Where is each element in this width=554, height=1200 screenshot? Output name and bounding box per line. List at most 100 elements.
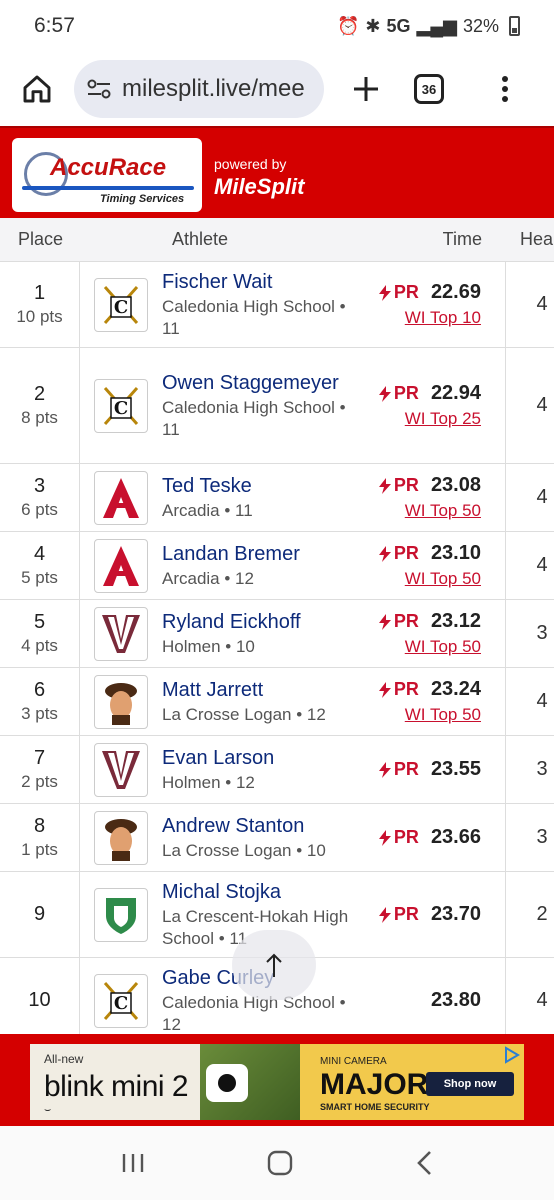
table-row[interactable]: 63 pts Matt Jarrett La Crosse Logan • 12 PR… [0, 668, 554, 736]
table-row[interactable]: 1 10 pts C Fischer Wait Caledonia High Schoo… [0, 262, 554, 348]
pr-label: PR [393, 904, 419, 924]
points-label: 5 pts [21, 568, 58, 587]
time-cell: PR 23.24 WI Top 50 [362, 668, 506, 735]
more-menu-button[interactable] [490, 76, 520, 102]
pr-badge: PR [378, 475, 419, 496]
place-number: 9 [33, 903, 46, 925]
team-logo-cell [80, 668, 162, 735]
ranking-link[interactable]: WI Top 25 [405, 409, 481, 429]
athlete-name[interactable]: Ted Teske [162, 474, 362, 498]
pr-label: PR [393, 679, 419, 699]
heat-cell: 2 [536, 903, 548, 925]
pr-badge: PR [378, 904, 419, 925]
place-cell: 8 1 pts [0, 804, 80, 871]
heat-cell: 4 [536, 989, 548, 1011]
pr-label: PR [393, 383, 419, 403]
lightning-icon [378, 613, 391, 630]
athlete-team: La Crosse Logan • 12 [162, 704, 326, 724]
table-row[interactable]: 3 6 pts Ted Teske Arcadia • 11 PR 23.08 WI Top… [0, 464, 554, 532]
team-logo-icon[interactable] [94, 538, 148, 593]
points-label: 1 pts [21, 840, 58, 859]
place-cell: 4 5 pts [0, 532, 80, 599]
ranking-link[interactable]: WI Top 50 [405, 501, 481, 521]
header-place[interactable]: Place [0, 229, 80, 250]
pr-badge: PR [378, 282, 419, 303]
athlete-name[interactable]: Matt Jarrett [162, 678, 362, 702]
heat-cell: 4 [536, 690, 548, 712]
place-number: 2 [33, 383, 46, 405]
place-cell: 6 3 pts [0, 668, 80, 735]
team-logo-icon[interactable] [94, 606, 148, 661]
pr-label: PR [393, 543, 419, 563]
plus-icon [354, 77, 378, 101]
browser-toolbar: milesplit.live/mee 36 [0, 52, 554, 126]
table-row[interactable]: 5 4 pts Ryland Eickhoff Holmen • 10 PR 23.12 W… [0, 600, 554, 668]
place-number: 8 [33, 815, 46, 837]
home-button[interactable] [10, 62, 64, 116]
header-athlete[interactable]: Athlete [80, 229, 360, 250]
ranking-link[interactable]: WI Top 50 [405, 705, 481, 725]
tab-switcher-button[interactable]: 36 [414, 74, 444, 104]
lightning-icon [378, 906, 391, 923]
athlete-name[interactable]: Andrew Stanton [162, 814, 362, 838]
team-logo-icon[interactable] [94, 810, 148, 865]
ad-banner: All-new blink mini 2 ⌣ MINI CAMERA MAJOR… [0, 1034, 554, 1126]
team-logo-icon[interactable]: C [94, 973, 148, 1028]
table-header: Place Athlete Time Hea [0, 218, 554, 262]
table-row[interactable]: 8 1 pts Andrew Stanton La Crosse Logan • 10… [0, 804, 554, 872]
table-row[interactable]: 2 8 pts C Owen Staggemeyer Caledonia High Sc… [0, 348, 554, 464]
place-cell: 5 4 pts [0, 600, 80, 667]
recent-apps-icon[interactable] [120, 1151, 146, 1175]
site-banner: AccuRace Timing Services powered by Mile… [0, 126, 554, 218]
athlete-team: Holmen • 10 [162, 636, 255, 656]
status-bar: 6:57 ⏰ ✱ 5G ▂▄▆ 32% [0, 0, 554, 52]
ranking-link[interactable]: WI Top 50 [405, 569, 481, 589]
team-logo-icon[interactable] [94, 887, 148, 942]
ad-all-new: All-new [44, 1052, 84, 1066]
table-row[interactable]: 4 5 pts Landan Bremer Arcadia • 12 PR 23.10 WI… [0, 532, 554, 600]
heat-cell: 3 [536, 758, 548, 780]
milesplit-logo[interactable]: MileSplit [214, 174, 304, 200]
athlete-name[interactable]: Landan Bremer [162, 542, 362, 566]
athlete-name[interactable]: Ryland Eickhoff [162, 610, 362, 634]
athlete-cell: Fischer Wait Caledonia High School • 11 [162, 262, 362, 347]
header-time[interactable]: Time [360, 229, 506, 250]
athlete-name[interactable]: Fischer Wait [162, 270, 362, 294]
athlete-name[interactable]: Evan Larson [162, 746, 362, 770]
athlete-name[interactable]: Owen Staggemeyer [162, 371, 362, 395]
home-nav-icon[interactable] [266, 1149, 294, 1177]
team-logo-icon[interactable]: C [94, 277, 148, 332]
table-body: 1 10 pts C Fischer Wait Caledonia High Schoo… [0, 262, 554, 1036]
ad-creative[interactable]: All-new blink mini 2 ⌣ MINI CAMERA MAJOR… [30, 1044, 524, 1120]
table-row[interactable]: 7 2 pts Evan Larson Holmen • 12 PR 23.55 3 [0, 736, 554, 804]
back-icon[interactable] [414, 1149, 434, 1177]
place-cell: 3 6 pts [0, 464, 80, 531]
accurace-logo[interactable]: AccuRace Timing Services [12, 138, 202, 212]
team-logo-icon[interactable] [94, 674, 148, 729]
ranking-link[interactable]: WI Top 50 [405, 637, 481, 657]
camera-icon [206, 1064, 248, 1102]
scroll-to-top-button[interactable] [232, 930, 316, 1000]
athlete-cell: Matt Jarrett La Crosse Logan • 12 [162, 668, 362, 735]
ad-shop-button[interactable]: Shop now [426, 1072, 514, 1096]
team-logo-icon[interactable] [94, 470, 148, 525]
place-cell: 2 8 pts [0, 348, 80, 463]
team-logo-cell [80, 464, 162, 531]
logo-subtitle: Timing Services [100, 193, 185, 205]
ranking-link[interactable]: WI Top 10 [405, 308, 481, 328]
time-cell: PR 22.69 WI Top 10 [362, 262, 506, 347]
home-icon [23, 75, 51, 103]
adchoices-icon[interactable] [502, 1046, 520, 1064]
ad-right-panel: MINI CAMERA MAJOR SMART HOME SECURITY Sh… [300, 1044, 524, 1120]
team-logo-icon[interactable] [94, 742, 148, 797]
time-value: 23.24 [430, 678, 481, 700]
lightning-icon [378, 385, 391, 402]
time-cell: PR 23.55 [362, 736, 506, 803]
time-value: 23.10 [430, 542, 481, 564]
header-heat[interactable]: Hea [506, 229, 553, 250]
team-logo-icon[interactable]: C [94, 378, 148, 433]
new-tab-button[interactable] [336, 62, 396, 116]
site-settings-icon[interactable] [86, 79, 112, 99]
athlete-name[interactable]: Michal Stojka [162, 880, 362, 904]
url-field[interactable]: milesplit.live/mee [74, 60, 324, 118]
